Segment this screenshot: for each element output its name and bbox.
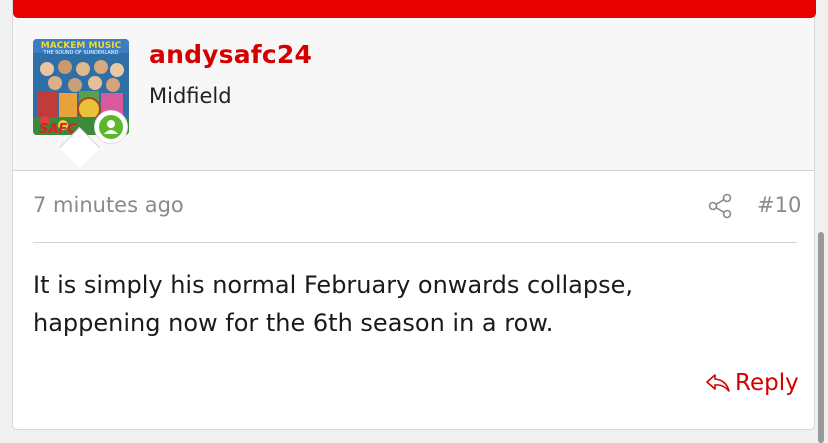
divider	[33, 242, 797, 243]
user-online-icon	[99, 115, 123, 139]
message-line: happening now for the 6th season in a ro…	[33, 309, 554, 337]
message-line: It is simply his normal February onwards…	[33, 271, 634, 299]
post-number-link[interactable]: #10	[757, 193, 801, 217]
share-icon[interactable]	[707, 193, 733, 219]
post-message: It is simply his normal February onwards…	[33, 266, 793, 342]
reply-label: Reply	[735, 370, 799, 396]
username-link[interactable]: andysafc24	[149, 40, 312, 69]
avatar-text-sub: THE SOUND OF SUNDERLAND	[43, 50, 119, 56]
online-status-badge	[95, 111, 127, 143]
reply-arrow-icon	[706, 374, 730, 392]
post-top-bar	[13, 0, 816, 18]
reply-button[interactable]: Reply	[705, 370, 799, 396]
post-timestamp[interactable]: 7 minutes ago	[33, 193, 184, 217]
user-title: Midfield	[149, 84, 232, 108]
user-block: MACKEM MUSIC THE SOUND OF SUNDERLAND SAF…	[13, 18, 814, 171]
scrollbar[interactable]	[818, 232, 824, 443]
page: MACKEM MUSIC THE SOUND OF SUNDERLAND SAF…	[0, 0, 828, 443]
forum-post: MACKEM MUSIC THE SOUND OF SUNDERLAND SAF…	[12, 0, 816, 430]
